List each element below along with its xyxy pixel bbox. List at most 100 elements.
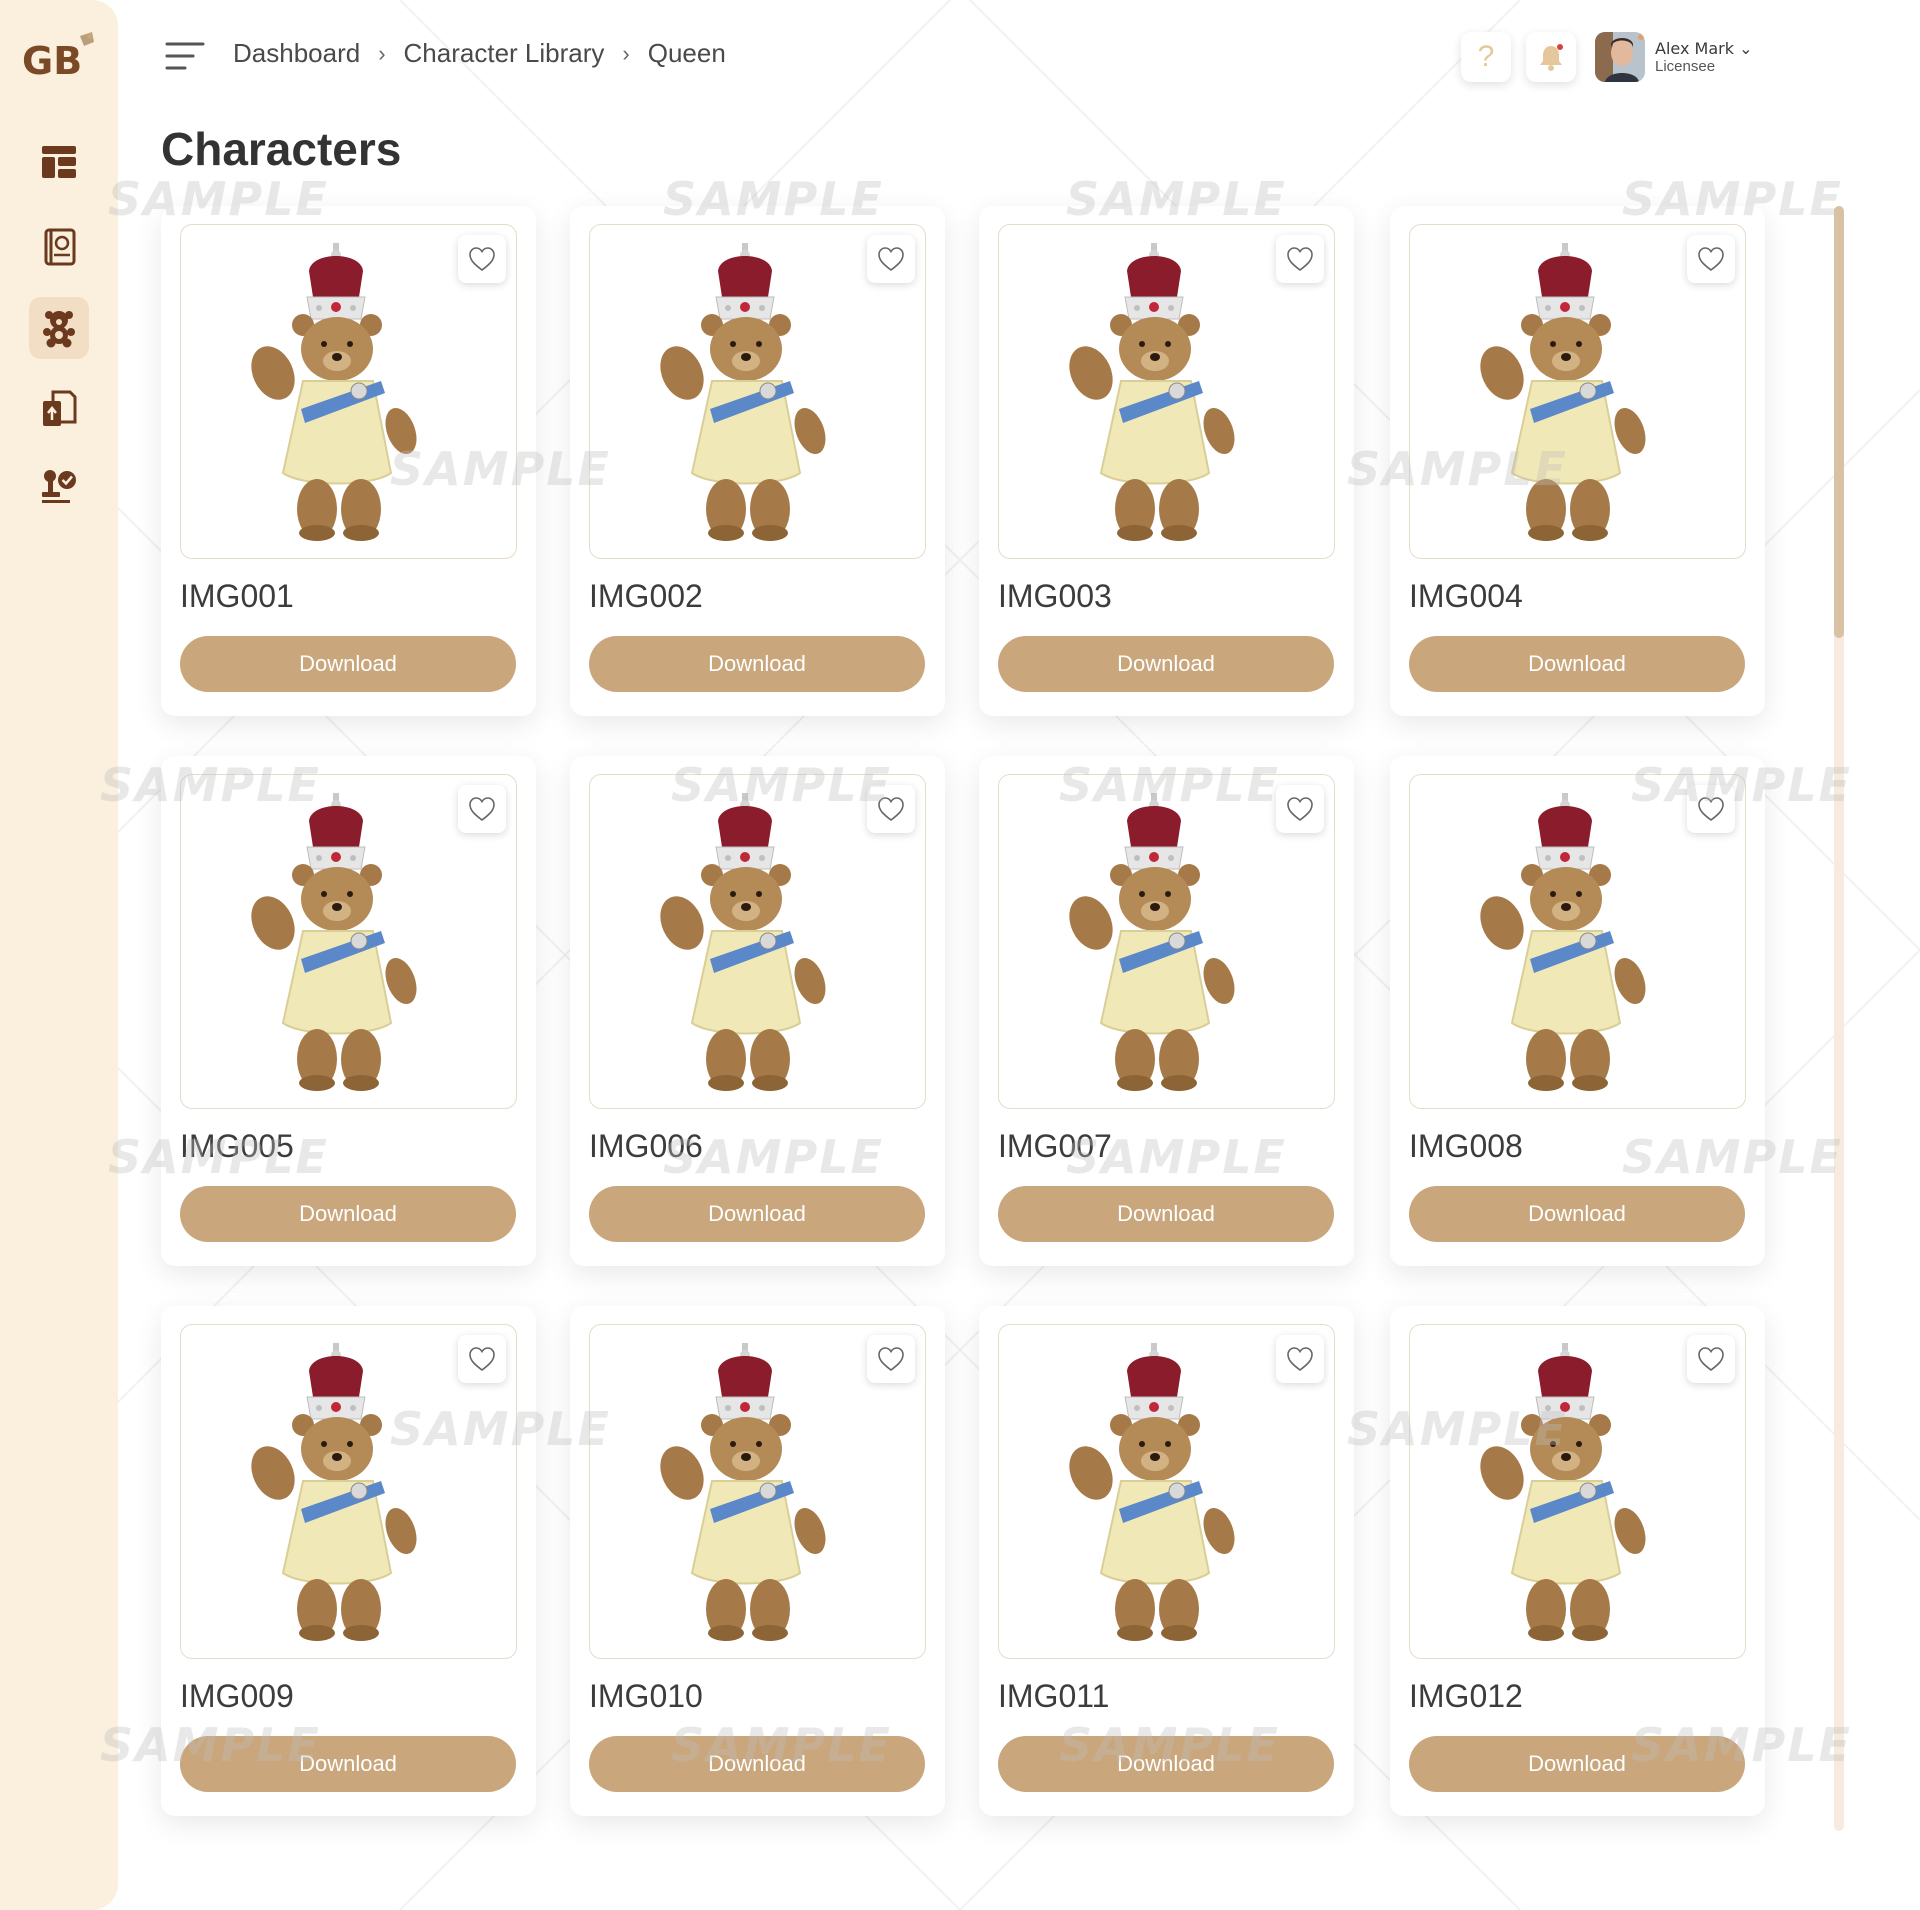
book-icon bbox=[44, 228, 76, 266]
favorite-button[interactable] bbox=[1687, 1335, 1735, 1383]
breadcrumb: Dashboard › Character Library › Queen bbox=[233, 38, 726, 69]
favorite-button[interactable] bbox=[867, 785, 915, 833]
heart-icon bbox=[1287, 1347, 1313, 1372]
card-title: IMG002 bbox=[589, 578, 703, 614]
download-button[interactable]: Download bbox=[180, 636, 516, 692]
download-button[interactable]: Download bbox=[589, 1736, 925, 1792]
heart-icon bbox=[1698, 797, 1724, 822]
logo[interactable]: GB bbox=[22, 30, 98, 82]
favorite-button[interactable] bbox=[458, 235, 506, 283]
queen-bear-image bbox=[1480, 1343, 1646, 1641]
character-card[interactable]: IMG011 Download bbox=[979, 1306, 1354, 1816]
card-title: IMG001 bbox=[180, 578, 294, 614]
character-image[interactable] bbox=[1409, 774, 1746, 1109]
character-card[interactable]: IMG002 Download bbox=[570, 206, 945, 716]
heart-icon bbox=[878, 247, 904, 272]
queen-bear-image bbox=[251, 793, 417, 1091]
notifications-button[interactable] bbox=[1526, 32, 1576, 82]
card-title: IMG004 bbox=[1409, 578, 1523, 614]
favorite-button[interactable] bbox=[1687, 235, 1735, 283]
character-card[interactable]: IMG006 Download bbox=[570, 756, 945, 1266]
heart-icon bbox=[1287, 797, 1313, 822]
user-menu[interactable]: Alex Mark ⌄ Licensee bbox=[1595, 32, 1752, 82]
help-button[interactable]: ? bbox=[1461, 32, 1511, 82]
download-button[interactable]: Download bbox=[998, 1736, 1334, 1792]
sidebar-item-style-guide[interactable] bbox=[29, 216, 89, 278]
download-button[interactable]: Download bbox=[180, 1736, 516, 1792]
user-role: Licensee bbox=[1655, 57, 1716, 75]
download-button[interactable]: Download bbox=[589, 1186, 925, 1242]
character-image[interactable] bbox=[180, 224, 517, 559]
svg-text:GB: GB bbox=[22, 39, 82, 82]
character-card[interactable]: IMG003 Download bbox=[979, 206, 1354, 716]
sidebar-item-uploads[interactable] bbox=[29, 378, 89, 440]
queen-bear-image bbox=[660, 793, 826, 1091]
favorite-button[interactable] bbox=[1276, 235, 1324, 283]
character-card[interactable]: IMG012 Download bbox=[1390, 1306, 1765, 1816]
menu-toggle-icon[interactable] bbox=[165, 40, 205, 72]
breadcrumb-character-library[interactable]: Character Library bbox=[404, 38, 605, 69]
character-image[interactable] bbox=[589, 1324, 926, 1659]
download-button[interactable]: Download bbox=[589, 636, 925, 692]
scrollbar-thumb[interactable] bbox=[1834, 206, 1844, 638]
queen-bear-image bbox=[660, 243, 826, 541]
download-button[interactable]: Download bbox=[1409, 1736, 1745, 1792]
breadcrumb-queen[interactable]: Queen bbox=[648, 38, 726, 69]
chevron-down-icon: ⌄ bbox=[1739, 38, 1753, 58]
heart-icon bbox=[469, 247, 495, 272]
download-button[interactable]: Download bbox=[998, 1186, 1334, 1242]
question-icon: ? bbox=[1477, 40, 1495, 73]
chevron-right-icon: › bbox=[622, 40, 630, 66]
download-button[interactable]: Download bbox=[180, 1186, 516, 1242]
sidebar-item-dashboard[interactable] bbox=[29, 131, 89, 193]
breadcrumb-dashboard[interactable]: Dashboard bbox=[233, 38, 360, 69]
card-title: IMG010 bbox=[589, 1678, 703, 1714]
user-name: Alex Mark ⌄ bbox=[1655, 38, 1753, 58]
download-button[interactable]: Download bbox=[1409, 636, 1745, 692]
character-card[interactable]: IMG010 Download bbox=[570, 1306, 945, 1816]
sidebar-item-approvals[interactable] bbox=[29, 455, 89, 517]
character-image[interactable] bbox=[589, 774, 926, 1109]
character-image[interactable] bbox=[1409, 224, 1746, 559]
character-image[interactable] bbox=[1409, 1324, 1746, 1659]
scrollbar-track[interactable] bbox=[1834, 206, 1844, 1831]
character-card[interactable]: IMG001 Download bbox=[161, 206, 536, 716]
character-card[interactable]: IMG007 Download bbox=[979, 756, 1354, 1266]
card-title: IMG012 bbox=[1409, 1678, 1523, 1714]
favorite-button[interactable] bbox=[1687, 785, 1735, 833]
character-image[interactable] bbox=[998, 774, 1335, 1109]
card-title: IMG008 bbox=[1409, 1128, 1523, 1164]
card-title: IMG005 bbox=[180, 1128, 294, 1164]
favorite-button[interactable] bbox=[1276, 785, 1324, 833]
favorite-button[interactable] bbox=[1276, 1335, 1324, 1383]
heart-icon bbox=[469, 1347, 495, 1372]
heart-icon bbox=[1698, 247, 1724, 272]
queen-bear-image bbox=[1069, 1343, 1235, 1641]
character-image[interactable] bbox=[180, 1324, 517, 1659]
character-image[interactable] bbox=[589, 224, 926, 559]
file-upload-icon bbox=[43, 390, 77, 426]
card-title: IMG007 bbox=[998, 1128, 1112, 1164]
queen-bear-image bbox=[660, 1343, 826, 1641]
character-card[interactable]: IMG009 Download bbox=[161, 1306, 536, 1816]
heart-icon bbox=[469, 797, 495, 822]
favorite-button[interactable] bbox=[458, 1335, 506, 1383]
card-title: IMG009 bbox=[180, 1678, 294, 1714]
favorite-button[interactable] bbox=[867, 235, 915, 283]
layout-icon bbox=[42, 146, 76, 178]
sidebar-item-characters[interactable] bbox=[29, 297, 89, 359]
favorite-button[interactable] bbox=[867, 1335, 915, 1383]
page-title: Characters bbox=[161, 123, 402, 175]
character-image[interactable] bbox=[998, 224, 1335, 559]
character-card[interactable]: IMG004 Download bbox=[1390, 206, 1765, 716]
download-button[interactable]: Download bbox=[998, 636, 1334, 692]
chevron-right-icon: › bbox=[378, 40, 386, 66]
character-card[interactable]: IMG008 Download bbox=[1390, 756, 1765, 1266]
approval-stamp-icon bbox=[42, 470, 76, 503]
character-image[interactable] bbox=[998, 1324, 1335, 1659]
character-card[interactable]: IMG005 Download bbox=[161, 756, 536, 1266]
favorite-button[interactable] bbox=[458, 785, 506, 833]
teddy-bear-icon bbox=[43, 311, 75, 348]
download-button[interactable]: Download bbox=[1409, 1186, 1745, 1242]
character-image[interactable] bbox=[180, 774, 517, 1109]
